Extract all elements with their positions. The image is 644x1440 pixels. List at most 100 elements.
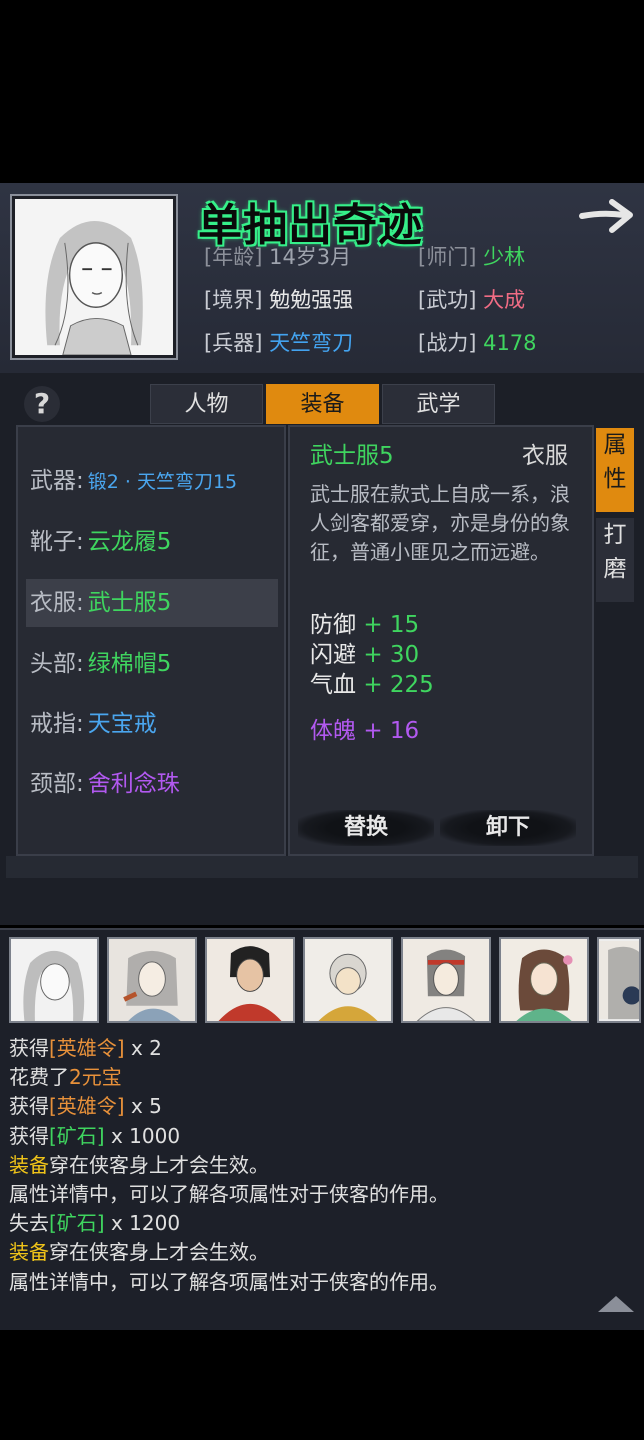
stat-plus: +: [363, 672, 383, 698]
power-value: 4178: [483, 331, 537, 355]
log-text-segment: 获得: [9, 1036, 49, 1060]
hero-avatar[interactable]: [597, 937, 641, 1023]
martial-label: [武功]: [418, 288, 477, 312]
tab-attributes-char-1: 属: [603, 432, 627, 458]
log-text-segment: x 1200: [104, 1211, 181, 1236]
equip-slot-neck[interactable]: 颈部: 舍利念珠: [26, 760, 278, 808]
log-line: 装备穿在侠客身上才会生效。: [9, 1151, 269, 1180]
log-text-segment: x 2: [124, 1036, 162, 1060]
arrow-right-icon: [579, 199, 633, 233]
equip-slot-boots[interactable]: 靴子: 云龙履5: [26, 518, 278, 566]
tab-attributes[interactable]: 属 性: [596, 428, 634, 512]
log-line: 装备穿在侠客身上才会生效。: [9, 1238, 269, 1267]
slot-item: 云龙履5: [87, 529, 172, 555]
hero-avatar[interactable]: [499, 937, 589, 1023]
log-text-segment: [英雄令]: [49, 1094, 125, 1119]
character-portrait[interactable]: [10, 194, 178, 360]
log-text-segment: 失去: [9, 1211, 49, 1236]
item-type: 衣服: [522, 443, 568, 469]
stat-value: 30: [389, 642, 420, 668]
next-arrow-button[interactable]: [578, 196, 636, 236]
hero-avatar[interactable]: [107, 937, 197, 1023]
tab-forge-char-2: 磨: [603, 556, 627, 582]
realm-value: 勉勉强强: [269, 288, 354, 312]
unequip-button[interactable]: 卸下: [440, 810, 576, 846]
stat-plus: +: [363, 718, 383, 744]
weapon-row: [兵器] 天竺弯刀: [204, 328, 353, 358]
power-row: [战力] 4178: [418, 328, 537, 358]
hero-portrait-image: [403, 939, 489, 1021]
log-text-segment: 穿在侠客身上才会生效。: [49, 1152, 269, 1177]
tab-equipment[interactable]: 装备: [266, 384, 379, 424]
log-text-segment: 装备: [9, 1240, 49, 1265]
scroll-to-top-button[interactable]: [596, 1292, 636, 1314]
log-line: 获得[英雄令] x 2: [9, 1034, 162, 1063]
hero-portrait-image: [11, 939, 97, 1021]
hero-portrait-image: [305, 939, 391, 1021]
slot-label: 武器:: [30, 468, 84, 494]
stat-name: 体魄: [310, 718, 356, 744]
log-text-segment: 属性详情中，可以了解各项属性对于侠客的作用。: [9, 1269, 449, 1294]
hero-avatar[interactable]: [9, 937, 99, 1023]
stat-value: 16: [389, 718, 420, 744]
stat-dodge: 闪避 + 30: [310, 640, 419, 670]
slot-label: 靴子:: [30, 529, 84, 555]
log-text-segment: 花费了: [9, 1065, 69, 1090]
log-line: 属性详情中，可以了解各项属性对于侠客的作用。: [9, 1268, 449, 1297]
stat-plus: +: [363, 612, 383, 638]
slot-item: 武士服5: [87, 590, 172, 616]
log-text-segment: 获得: [9, 1094, 49, 1119]
log-text-segment: x 1000: [104, 1123, 181, 1148]
sect-label: [师门]: [418, 245, 477, 269]
tab-martial-arts[interactable]: 武学: [382, 384, 495, 424]
stat-name: 闪避: [310, 642, 356, 668]
log-text-segment: x 5: [124, 1094, 162, 1119]
bottom-letterbox: [0, 1330, 644, 1440]
log-line: 花费了2元宝: [9, 1063, 122, 1092]
equip-slot-weapon[interactable]: 武器: 锻2 · 天竺弯刀15: [26, 457, 278, 505]
equip-slot-head[interactable]: 头部: 绿棉帽5: [26, 640, 278, 688]
weapon-value: 天竺弯刀: [269, 331, 354, 355]
log-text-segment: [英雄令]: [49, 1036, 125, 1060]
slot-item: 天宝戒: [87, 711, 157, 737]
log-line: 获得[矿石] x 1000: [9, 1122, 180, 1151]
help-button[interactable]: ?: [24, 386, 60, 422]
slot-label: 衣服:: [30, 590, 84, 616]
top-letterbox: [0, 0, 644, 183]
sect-row: [师门] 少林: [418, 242, 525, 272]
power-label: [战力]: [418, 331, 477, 355]
sect-value: 少林: [483, 245, 526, 269]
slot-label: 颈部:: [30, 771, 84, 797]
replace-button[interactable]: 替换: [298, 810, 434, 846]
chevron-up-icon: [598, 1296, 634, 1312]
equip-slot-ring[interactable]: 戒指: 天宝戒: [26, 700, 278, 748]
log-text-segment: [矿石]: [49, 1211, 105, 1236]
equip-slot-clothes[interactable]: 衣服: 武士服5: [26, 579, 278, 627]
log-text-segment: 属性详情中，可以了解各项属性对于侠客的作用。: [9, 1182, 449, 1206]
hero-portrait-image: [207, 939, 293, 1021]
slot-item: 锻2 · 天竺弯刀15: [87, 471, 238, 493]
character-portrait-image: [16, 199, 172, 356]
hero-avatar[interactable]: [303, 937, 393, 1023]
age-value: 14岁3月: [269, 245, 352, 269]
stat-value: 225: [389, 672, 434, 698]
realm-label: [境界]: [204, 288, 263, 312]
hero-avatar[interactable]: [401, 937, 491, 1023]
age-label: [年龄]: [204, 245, 263, 269]
slot-item: 绿棉帽5: [87, 651, 172, 677]
tab-forge[interactable]: 打 磨: [596, 518, 634, 602]
stat-name: 防御: [310, 612, 356, 638]
stat-physique: 体魄 + 16: [310, 716, 419, 746]
hero-avatar[interactable]: [205, 937, 295, 1023]
log-text-segment: 穿在侠客身上才会生效。: [49, 1240, 269, 1265]
slot-label: 头部:: [30, 651, 84, 677]
tab-character[interactable]: 人物: [150, 384, 263, 424]
tab-forge-char-1: 打: [603, 522, 627, 548]
hero-portrait-image: [599, 940, 639, 1020]
slot-label: 戒指:: [30, 711, 84, 737]
stat-name: 气血: [310, 672, 356, 698]
tab-attributes-char-2: 性: [603, 466, 627, 492]
log-line: 属性详情中，可以了解各项属性对于侠客的作用。: [9, 1180, 449, 1209]
martial-row: [武功] 大成: [418, 285, 525, 315]
log-text-segment: [矿石]: [49, 1123, 105, 1148]
